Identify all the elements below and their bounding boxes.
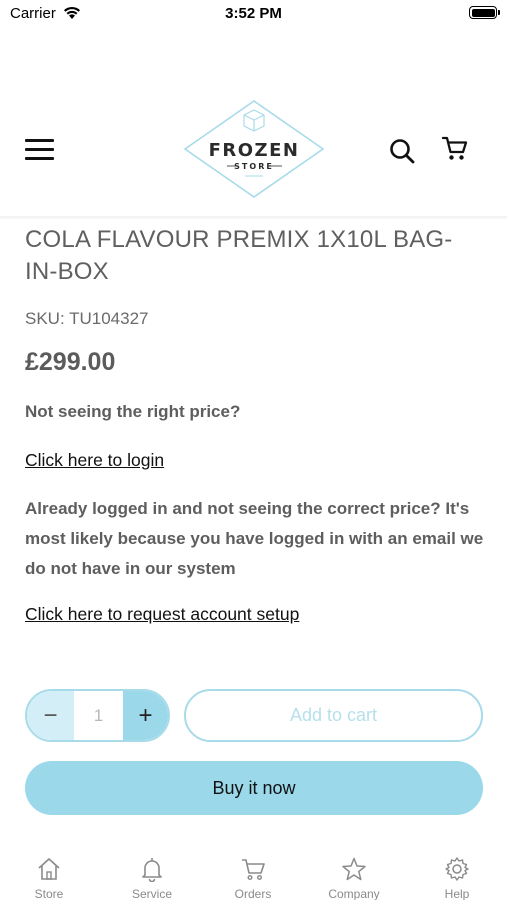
tab-label-company: Company xyxy=(328,887,380,900)
tab-help[interactable]: Help xyxy=(412,850,502,900)
bottom-tab-bar: Store Service Orders Company Help xyxy=(0,850,507,900)
star-icon xyxy=(342,857,366,881)
app-header: FROZEN STORE xyxy=(0,90,507,216)
search-icon[interactable] xyxy=(389,138,415,164)
add-to-cart-button[interactable]: Add to cart xyxy=(184,689,483,742)
logo-text-frozen: FROZEN xyxy=(209,140,300,161)
tab-label-orders: Orders xyxy=(234,887,272,900)
decrease-quantity-button[interactable]: − xyxy=(27,691,74,740)
battery-icon xyxy=(469,6,500,19)
price-question-text: Not seeing the right price? xyxy=(25,402,241,421)
increase-quantity-button[interactable]: + xyxy=(123,691,168,740)
status-bar: Carrier 3:52 PM xyxy=(0,0,507,30)
gear-icon xyxy=(445,857,469,881)
product-price: £299.00 xyxy=(25,348,116,376)
tab-store[interactable]: Store xyxy=(4,850,94,900)
frozen-store-logo[interactable]: FROZEN STORE xyxy=(183,99,325,199)
home-icon xyxy=(38,858,60,880)
tab-orders[interactable]: Orders xyxy=(208,850,298,900)
clock-time: 3:52 PM xyxy=(225,5,282,22)
header-divider xyxy=(0,216,507,219)
cart-icon[interactable] xyxy=(441,135,469,163)
tab-label-help: Help xyxy=(444,887,470,900)
request-account-setup-link[interactable]: Click here to request account setup xyxy=(25,604,299,625)
product-title: COLA FLAVOUR PREMIX 1X10L BAG-IN-BOX xyxy=(25,226,453,285)
logged-in-help-text: Already logged in and not seeing the cor… xyxy=(25,499,484,578)
quantity-stepper: − 1 + xyxy=(25,689,170,742)
tab-company[interactable]: Company xyxy=(309,850,399,900)
quantity-value[interactable]: 1 xyxy=(74,691,123,740)
login-link[interactable]: Click here to login xyxy=(25,450,164,471)
hamburger-menu-icon[interactable] xyxy=(25,139,55,161)
buy-it-now-button[interactable]: Buy it now xyxy=(25,761,483,815)
logo-text-store: STORE xyxy=(234,162,274,171)
bell-icon xyxy=(142,858,162,882)
tab-label-service: Service xyxy=(131,887,172,900)
tab-label-store: Store xyxy=(34,887,64,900)
product-sku: SKU: TU104327 xyxy=(25,309,149,328)
cart-icon xyxy=(242,859,265,881)
tab-service[interactable]: Service xyxy=(107,850,197,900)
